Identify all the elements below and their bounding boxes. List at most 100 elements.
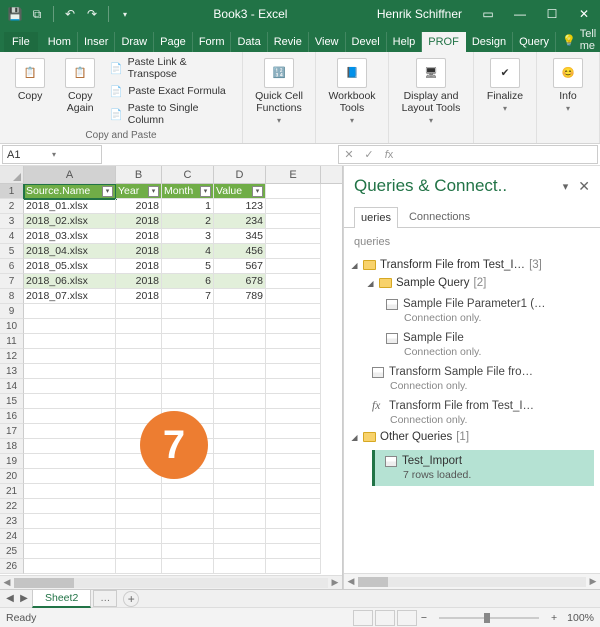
cell[interactable]: 2 — [162, 214, 214, 229]
row-header[interactable]: 23 — [0, 514, 24, 529]
tree-group-other[interactable]: ◢ Other Queries [1] — [350, 431, 594, 443]
row-header[interactable]: 6 — [0, 259, 24, 274]
tree-group-transform[interactable]: ◢ Transform File from Test_I… [3] — [350, 259, 594, 271]
cell[interactable] — [266, 439, 321, 454]
cell[interactable]: 3 — [162, 229, 214, 244]
cell[interactable] — [214, 424, 266, 439]
cell[interactable] — [116, 334, 162, 349]
pane-scrollbar[interactable]: ◀ ▶ — [344, 573, 600, 589]
cell[interactable]: 123 — [214, 199, 266, 214]
table-header-cell[interactable]: Month▾ — [162, 184, 214, 199]
cell[interactable] — [162, 499, 214, 514]
cell[interactable] — [24, 514, 116, 529]
cancel-icon[interactable]: ✕ — [339, 148, 359, 161]
row-header[interactable]: 25 — [0, 544, 24, 559]
cell[interactable] — [162, 529, 214, 544]
row-header[interactable]: 18 — [0, 439, 24, 454]
query-item[interactable]: fxTransform File from Test_I… Connection… — [350, 394, 594, 428]
cell[interactable] — [266, 199, 321, 214]
cell[interactable] — [214, 559, 266, 574]
user-name[interactable]: Henrik Schiffner — [367, 7, 472, 21]
qat-icon[interactable]: ⧉ — [28, 5, 46, 23]
column-header[interactable]: E — [266, 166, 321, 183]
row-header[interactable]: 14 — [0, 379, 24, 394]
undo-icon[interactable]: ↶ — [61, 5, 79, 23]
cell[interactable] — [24, 499, 116, 514]
cell[interactable]: 2018_05.xlsx — [24, 259, 116, 274]
cell[interactable] — [116, 349, 162, 364]
cell[interactable] — [266, 484, 321, 499]
cell[interactable]: 456 — [214, 244, 266, 259]
cell[interactable]: 2018_06.xlsx — [24, 274, 116, 289]
cell[interactable] — [266, 184, 321, 199]
row-header[interactable]: 12 — [0, 349, 24, 364]
column-header[interactable]: D — [214, 166, 266, 183]
column-header[interactable]: B — [116, 166, 162, 183]
row-header[interactable]: 10 — [0, 319, 24, 334]
collapse-icon[interactable]: ◢ — [350, 261, 359, 270]
cell[interactable] — [116, 319, 162, 334]
cell[interactable] — [266, 259, 321, 274]
pane-tab-queries[interactable]: ueries — [354, 207, 398, 228]
query-item[interactable]: Sample File Parameter1 (… Connection onl… — [350, 292, 594, 326]
pane-options-icon[interactable]: ▾ — [563, 180, 569, 193]
cell[interactable] — [162, 319, 214, 334]
cell[interactable] — [24, 454, 116, 469]
column-header[interactable]: A — [24, 166, 116, 183]
column-header[interactable]: C — [162, 166, 214, 183]
tab-review[interactable]: Revie — [268, 32, 309, 52]
cell[interactable] — [162, 334, 214, 349]
quick-functions-button[interactable]: 🔢 Quick Cell Functions▾ — [251, 56, 307, 125]
redo-icon[interactable]: ↷ — [83, 5, 101, 23]
cell[interactable]: 2018_04.xlsx — [24, 244, 116, 259]
row-header[interactable]: 24 — [0, 529, 24, 544]
cell[interactable]: 2018 — [116, 229, 162, 244]
tab-draw[interactable]: Draw — [115, 32, 154, 52]
cell[interactable] — [266, 409, 321, 424]
cell[interactable] — [214, 364, 266, 379]
cell[interactable] — [266, 379, 321, 394]
cell[interactable] — [266, 319, 321, 334]
cell[interactable] — [214, 394, 266, 409]
filter-icon[interactable]: ▾ — [252, 186, 263, 197]
cell[interactable] — [24, 379, 116, 394]
cell[interactable] — [266, 214, 321, 229]
cell[interactable] — [24, 349, 116, 364]
cell[interactable] — [214, 304, 266, 319]
row-header[interactable]: 17 — [0, 424, 24, 439]
row-header[interactable]: 26 — [0, 559, 24, 574]
cell[interactable]: 2018 — [116, 214, 162, 229]
cell[interactable] — [162, 559, 214, 574]
cell[interactable] — [116, 364, 162, 379]
cell[interactable]: 2018_07.xlsx — [24, 289, 116, 304]
copy-again-button[interactable]: 📋 Copy Again — [58, 56, 102, 114]
zoom-out-button[interactable]: − — [417, 612, 431, 624]
collapse-icon[interactable]: ◢ — [350, 433, 359, 442]
copy-button[interactable]: 📋 Copy — [8, 56, 52, 102]
cell[interactable] — [214, 334, 266, 349]
cell[interactable]: 6 — [162, 274, 214, 289]
scroll-right-icon[interactable]: ▶ — [328, 577, 342, 588]
cell[interactable]: 4 — [162, 244, 214, 259]
row-header[interactable]: 21 — [0, 484, 24, 499]
cell[interactable] — [214, 454, 266, 469]
cell[interactable] — [162, 349, 214, 364]
row-header[interactable]: 8 — [0, 289, 24, 304]
view-break-icon[interactable] — [397, 610, 417, 626]
cell[interactable] — [266, 514, 321, 529]
cell[interactable] — [214, 529, 266, 544]
row-header[interactable]: 15 — [0, 394, 24, 409]
tab-developer[interactable]: Devel — [346, 32, 387, 52]
cell[interactable] — [24, 409, 116, 424]
maximize-icon[interactable]: ☐ — [536, 0, 568, 28]
cell[interactable] — [116, 394, 162, 409]
cell[interactable] — [24, 544, 116, 559]
scroll-left-icon[interactable]: ◀ — [0, 577, 14, 588]
cell[interactable] — [214, 379, 266, 394]
row-header[interactable]: 5 — [0, 244, 24, 259]
cell[interactable] — [162, 364, 214, 379]
share-icon[interactable]: ↗ — [596, 31, 600, 52]
row-header[interactable]: 13 — [0, 364, 24, 379]
cell[interactable]: 2018_03.xlsx — [24, 229, 116, 244]
chevron-down-icon[interactable]: ▾ — [52, 150, 97, 159]
